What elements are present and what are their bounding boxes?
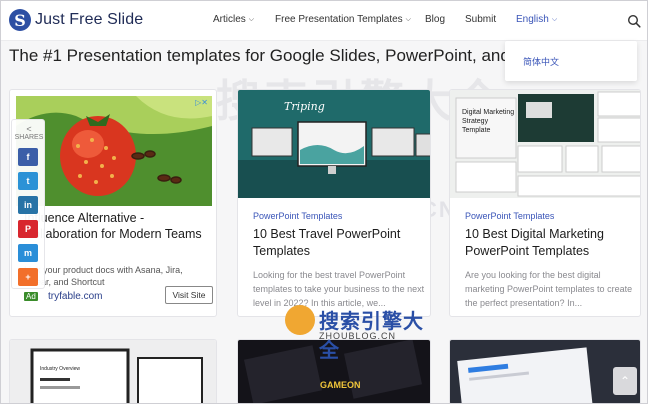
facebook-share-button[interactable]: f [18,148,38,166]
nav-language-label: English [516,14,549,25]
digital-marketing-template-image: Digital Marketing Strategy Template [450,90,640,198]
strawberry-image [16,96,212,206]
card-thumbnail[interactable]: Digital Marketing Strategy Template [450,90,640,198]
article-card[interactable]: Industry Overview [9,339,217,404]
travel-template-image: Triping [238,90,430,198]
visit-site-button[interactable]: Visit Site [165,286,213,304]
nav-articles-label: Articles [213,14,246,25]
nav-blog-label: Blog [425,14,446,25]
card-thumbnail[interactable]: Industry Overview [10,340,217,404]
pinterest-share-button[interactable]: P [18,220,38,238]
thumb-text: GAMEON [320,380,361,390]
twitter-share-button[interactable]: t [18,172,38,190]
language-dropdown: 简体中文 [505,41,637,81]
share-bar: < SHARES f t in P m + [11,119,45,289]
more-share-button[interactable]: + [18,268,38,286]
ad-description: Link your product docs with Asana, Jira,… [24,265,183,287]
search-icon[interactable] [627,14,641,28]
card-excerpt: Are you looking for the best digital mar… [465,270,633,308]
watermark-logo: 搜索引擎大全 ZHOUBLOG.CN [285,301,425,362]
thumb-text: Industry Overview [40,366,80,372]
card-category[interactable]: PowerPoint Templates [465,211,554,221]
ad-image[interactable]: ▷✕ [16,96,212,206]
chevron-down-icon: ⌵ [405,15,411,23]
site-header: S Just Free Slide Articles ⌵ Free Presen… [1,1,647,41]
nav-submit-label: Submit [465,14,497,25]
logo-text: Just Free Slide [35,11,144,28]
article-card[interactable]: Digital Marketing Strategy Template Powe… [449,89,641,317]
nav-free-presentation-templates[interactable]: Free Presentation Templates ⌵ [275,14,411,25]
page-title: The #1 Presentation templates for Google… [9,46,505,65]
chevron-down-icon: ⌵ [551,15,558,23]
ad-title[interactable]: Influence Alternative - Collaboration fo… [24,210,210,242]
card-title[interactable]: 10 Best Travel PowerPoint Templates [253,226,428,260]
nav-articles[interactable]: Articles ⌵ [213,14,254,25]
nav-language[interactable]: English ⌵ [516,14,557,25]
watermark-logo-icon [285,305,315,335]
thumb-title: Digital Marketing Strategy Template [462,109,515,134]
card-thumbnail[interactable]: Triping [238,90,430,198]
back-to-top-button[interactable]: ⌃ [613,367,637,395]
ad-domain[interactable]: tryfable.com [48,291,102,302]
messenger-share-button[interactable]: m [18,244,38,262]
card-category[interactable]: PowerPoint Templates [253,211,342,221]
card-title[interactable]: 10 Best Digital Marketing PowerPoint Tem… [465,226,640,260]
page: S Just Free Slide Articles ⌵ Free Presen… [0,0,648,404]
adchoices-icon[interactable]: ▷✕ [195,98,208,107]
shares-label: SHARES [14,134,44,141]
site-logo[interactable]: S Just Free Slide [9,9,143,31]
language-option-zh[interactable]: 简体中文 [523,55,559,68]
watermark-logo-url: ZHOUBLOG.CN [319,331,397,341]
share-icon: < [26,124,32,134]
logo-s-icon: S [9,9,31,31]
nav-templates-label: Free Presentation Templates [275,14,403,25]
chevron-down-icon: ⌵ [248,15,255,23]
linkedin-share-button[interactable]: in [18,196,38,214]
ad-label: Ad [24,292,38,301]
nav-submit[interactable]: Submit [465,14,496,25]
nav-blog[interactable]: Blog [425,14,445,25]
chevron-up-icon: ⌃ [619,374,631,388]
thumb-title: Triping [284,100,325,113]
article-card[interactable]: Triping PowerPoint Templates 10 Best Tra… [237,89,431,317]
